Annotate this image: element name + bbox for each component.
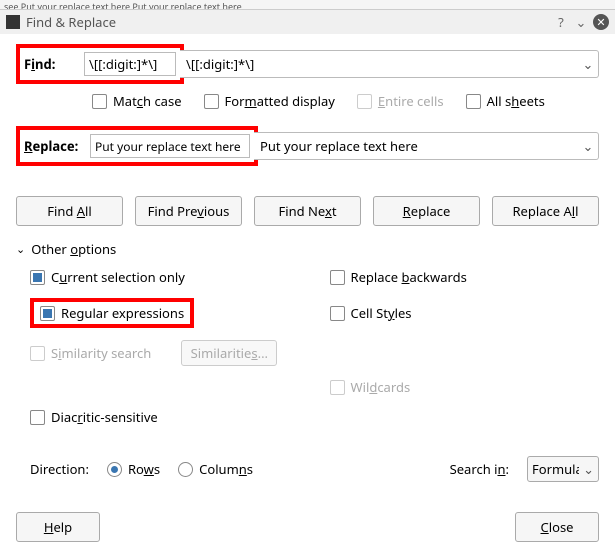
find-label: Find: <box>24 55 80 73</box>
diacritic-sensitive-checkbox[interactable]: Diacritic-sensitive <box>30 408 300 426</box>
find-highlight: Find: \[[:digit:]*\] <box>16 44 184 84</box>
formatted-display-checkbox[interactable]: Formatted display <box>204 92 335 110</box>
replace-input[interactable]: ⌄ <box>254 132 599 160</box>
find-previous-button[interactable]: Find Previous <box>135 196 242 226</box>
close-button[interactable]: Close <box>515 512 599 542</box>
truncated-banner: see Put your replace text here Put your … <box>0 0 615 10</box>
replace-highlight: Replace: Put your replace text here <box>16 126 258 166</box>
find-all-button[interactable]: Find All <box>16 196 123 226</box>
replace-all-button[interactable]: Replace All <box>492 196 599 226</box>
direction-row: Direction: Rows Columns Search in: Formu… <box>16 456 599 482</box>
rows-radio[interactable]: Rows <box>107 460 160 478</box>
cell-styles-checkbox[interactable]: Cell Styles <box>330 304 600 322</box>
find-value-box: \[[:digit:]*\] <box>84 52 176 76</box>
current-selection-checkbox[interactable]: Current selection only <box>30 268 300 286</box>
app-icon <box>6 15 20 29</box>
entire-cells-checkbox: Entire cells <box>357 92 444 110</box>
chevron-down-icon: ⌄ <box>583 460 594 478</box>
footer: Help Close <box>0 492 615 542</box>
help-titlebar-button[interactable]: ? <box>553 14 569 30</box>
direction-label: Direction: <box>30 460 89 478</box>
action-buttons: Find All Find Previous Find Next Replace… <box>16 196 599 226</box>
find-row: Find: \[[:digit:]*\] ⌄ <box>16 44 599 84</box>
window-title: Find & Replace <box>26 13 549 31</box>
replace-row: Replace: Put your replace text here ⌄ <box>16 126 599 166</box>
regular-expressions-checkbox[interactable]: Regular expressions <box>40 304 184 322</box>
search-in-select[interactable]: Formulas ⌄ <box>527 456 599 482</box>
close-icon[interactable]: ✕ <box>593 14 609 30</box>
similarities-button: Similarities... <box>181 340 277 366</box>
replace-button[interactable]: Replace <box>373 196 480 226</box>
find-options-row: Match case Formatted display Entire cell… <box>16 92 599 110</box>
find-dropdown-icon[interactable]: ⌄ <box>578 55 598 73</box>
replace-text-field[interactable] <box>254 137 578 155</box>
other-options-grid: Current selection only Replace backwards… <box>16 268 599 426</box>
chevron-down-icon: ⌄ <box>16 242 25 257</box>
search-in-label: Search in: <box>450 460 509 478</box>
match-case-checkbox[interactable]: Match case <box>92 92 182 110</box>
all-sheets-checkbox[interactable]: All sheets <box>466 92 545 110</box>
help-button[interactable]: Help <box>16 512 100 542</box>
regex-highlight: Regular expressions <box>30 298 194 328</box>
replace-value-box: Put your replace text here <box>90 134 250 158</box>
similarity-search-checkbox: Similarity search <box>30 344 151 362</box>
replace-label: Replace: <box>24 137 86 155</box>
find-next-button[interactable]: Find Next <box>254 196 361 226</box>
find-text-field[interactable] <box>180 55 578 73</box>
replace-dropdown-icon[interactable]: ⌄ <box>578 137 598 155</box>
columns-radio[interactable]: Columns <box>178 460 253 478</box>
wildcards-checkbox: Wildcards <box>330 378 600 396</box>
find-input[interactable]: ⌄ <box>180 50 599 78</box>
other-options-toggle[interactable]: ⌄ Other options <box>16 240 599 258</box>
chevron-down-icon[interactable]: ⌄ <box>573 14 589 30</box>
titlebar: Find & Replace ? ⌄ ✕ <box>0 10 615 34</box>
replace-backwards-checkbox[interactable]: Replace backwards <box>330 268 600 286</box>
